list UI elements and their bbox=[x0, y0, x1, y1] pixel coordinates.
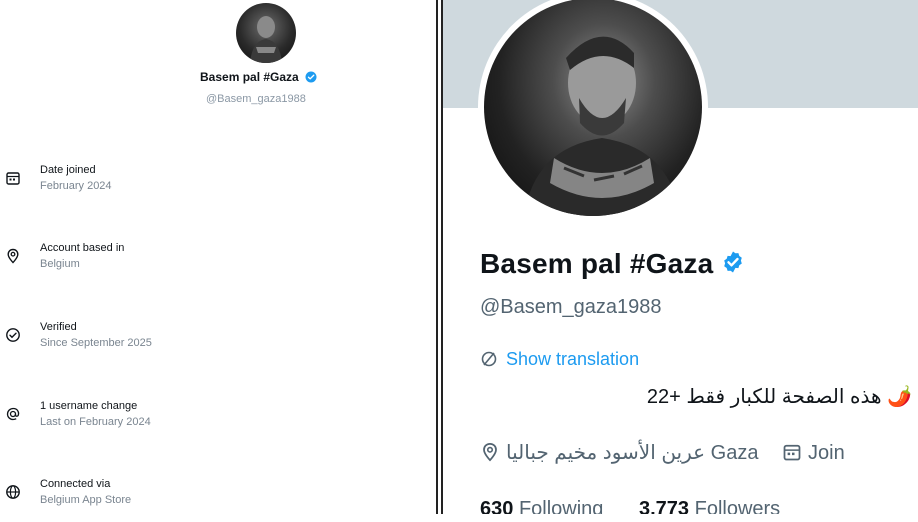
show-translation-text[interactable]: Show translation bbox=[506, 349, 639, 369]
info-title: Account based in bbox=[40, 242, 125, 254]
following-label: Following bbox=[518, 498, 604, 514]
info-sub: Belgium bbox=[40, 258, 80, 270]
calendar-icon bbox=[783, 444, 801, 461]
info-sub: Since September 2025 bbox=[40, 337, 152, 349]
calendar-icon bbox=[5, 170, 21, 186]
panel-divider bbox=[436, 0, 443, 514]
info-sub: Last on February 2024 bbox=[40, 416, 151, 428]
account-name-text: Basem pal #Gaza bbox=[200, 70, 299, 84]
followers-label: Followers bbox=[694, 498, 781, 514]
following-count: 630 bbox=[480, 498, 514, 514]
following-link[interactable]: 630 Following bbox=[480, 498, 603, 514]
verified-badge-icon bbox=[305, 71, 317, 86]
info-sub: February 2024 bbox=[40, 180, 112, 192]
location-icon bbox=[483, 442, 497, 462]
profile-name-text: Basem pal #Gaza bbox=[480, 248, 714, 279]
verified-badge-icon[interactable] bbox=[721, 249, 745, 281]
profile-avatar[interactable] bbox=[478, 0, 708, 222]
translate-icon bbox=[481, 351, 497, 367]
followers-link[interactable]: 3,773 Followers bbox=[639, 498, 780, 514]
profile-stats: 630 Following 3,773 Followers bbox=[480, 498, 780, 514]
globe-icon bbox=[5, 484, 21, 500]
account-handle: @Basem_gaza1988 bbox=[206, 93, 306, 105]
account-name: Basem pal #Gaza bbox=[0, 70, 436, 86]
info-sub: Belgium App Store bbox=[40, 494, 132, 506]
profile-panel: Basem pal #Gaza @Basem_gaza1988 Show tra… bbox=[443, 0, 918, 514]
about-account-panel: Basem pal #Gaza @Basem_gaza1988 Date joi… bbox=[0, 0, 436, 514]
profile-avatar-image bbox=[484, 0, 702, 216]
profile-location: عرين الأسود مخيم جباليا Gaza bbox=[480, 442, 764, 464]
info-title: Date joined bbox=[40, 164, 96, 176]
at-sign-icon bbox=[5, 406, 21, 422]
followers-count: 3,773 bbox=[638, 498, 690, 514]
profile-location-text: عرين الأسود مخيم جباليا Gaza bbox=[506, 442, 759, 464]
info-item-verified: Verified Since September 2025 bbox=[0, 321, 436, 365]
info-title: Connected via bbox=[40, 478, 111, 490]
profile-joined: Join bbox=[782, 442, 845, 464]
profile-joined-text: Join bbox=[808, 442, 845, 464]
profile-bio: 🌶️ هذه الصفحة للكبار فقط +22 bbox=[646, 386, 912, 408]
profile-name: Basem pal #Gaza bbox=[480, 248, 745, 281]
profile-handle: @Basem_gaza1988 bbox=[480, 296, 662, 318]
avatar[interactable] bbox=[236, 3, 296, 63]
location-icon bbox=[5, 248, 21, 264]
info-title: Verified bbox=[40, 321, 77, 333]
show-translation-link[interactable]: Show translation bbox=[480, 349, 639, 370]
info-title: 1 username change bbox=[40, 400, 138, 412]
info-item-connected-via: Connected via Belgium App Store bbox=[0, 478, 436, 522]
info-item-account-based: Account based in Belgium bbox=[0, 242, 436, 286]
verified-check-icon bbox=[5, 327, 21, 343]
info-item-username-change: 1 username change Last on February 2024 bbox=[0, 400, 436, 444]
profile-meta: عرين الأسود مخيم جباليا Gaza Join bbox=[480, 440, 863, 465]
info-item-date-joined: Date joined February 2024 bbox=[0, 164, 436, 208]
